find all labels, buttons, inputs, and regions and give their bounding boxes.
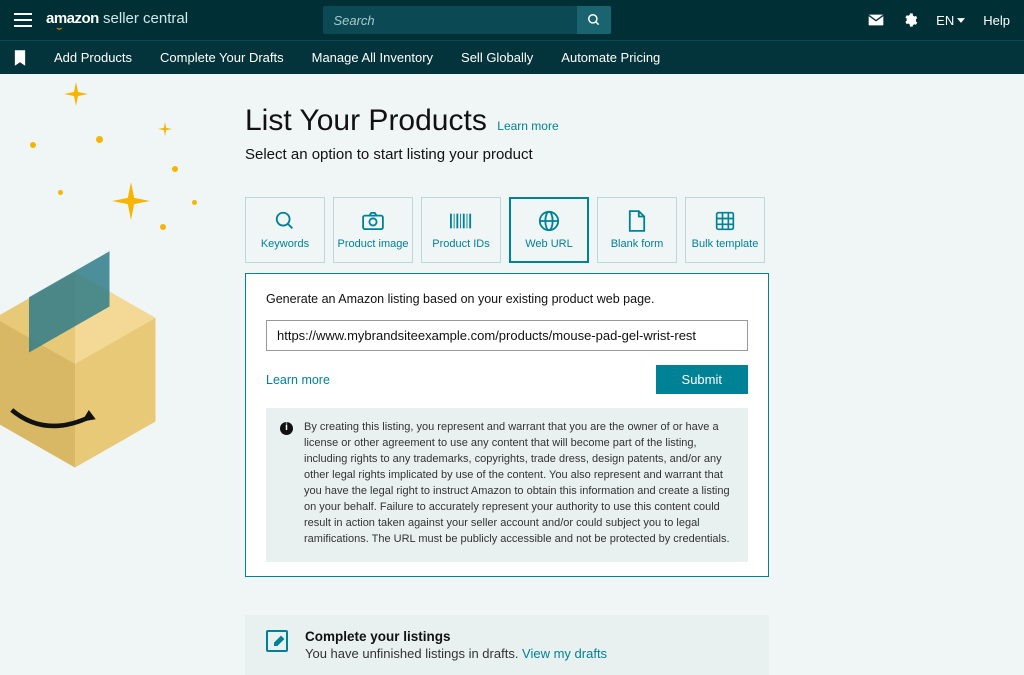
nav-automate-pricing[interactable]: Automate Pricing (561, 50, 660, 65)
logo[interactable]: amazon seller central ⌣ (46, 10, 188, 31)
search-button[interactable] (577, 6, 611, 34)
search-box (323, 6, 611, 34)
learn-more-link-top[interactable]: Learn more (497, 119, 558, 133)
mail-icon (868, 14, 884, 26)
card-blank-form[interactable]: Blank form (597, 197, 677, 263)
nav-sell-globally[interactable]: Sell Globally (461, 50, 533, 65)
messages-button[interactable] (868, 14, 884, 26)
menu-button[interactable] (14, 13, 32, 27)
search-icon (274, 210, 296, 232)
card-product-ids[interactable]: Product IDs (421, 197, 501, 263)
card-label: Keywords (261, 238, 309, 250)
web-url-panel: Generate an Amazon listing based on your… (245, 273, 769, 577)
language-label: EN (936, 13, 954, 28)
card-label: Blank form (611, 238, 664, 250)
card-bulk-template[interactable]: Bulk template (685, 197, 765, 263)
help-link[interactable]: Help (983, 13, 1010, 28)
settings-button[interactable] (902, 12, 918, 28)
gear-icon (902, 12, 918, 28)
search-input[interactable] (323, 13, 577, 28)
camera-icon (362, 212, 384, 230)
learn-more-link[interactable]: Learn more (266, 373, 330, 387)
barcode-icon (450, 213, 472, 229)
view-drafts-link[interactable]: View my drafts (522, 646, 607, 661)
edit-icon (265, 629, 289, 653)
card-label: Web URL (525, 238, 572, 250)
complete-listings-banner: Complete your listings You have unfinish… (245, 615, 769, 675)
logo-amazon: amazon (46, 10, 99, 27)
logo-swoosh: ⌣ (56, 27, 188, 31)
card-label: Bulk template (692, 238, 759, 250)
card-label: Product IDs (432, 238, 489, 250)
nav-add-products[interactable]: Add Products (54, 50, 132, 65)
warning-text: By creating this listing, you represent … (304, 421, 730, 545)
globe-icon (538, 210, 560, 232)
logo-seller-central: seller central (103, 10, 188, 27)
card-product-image[interactable]: Product image (333, 197, 413, 263)
language-selector[interactable]: EN (936, 13, 965, 28)
page-title: List Your Products (245, 104, 487, 137)
package-illustration (0, 234, 190, 494)
nav-complete-drafts[interactable]: Complete Your Drafts (160, 50, 284, 65)
page-subtitle: Select an option to start listing your p… (245, 146, 994, 163)
submit-button[interactable]: Submit (656, 365, 748, 394)
card-web-url[interactable]: Web URL (509, 197, 589, 263)
search-icon (587, 13, 601, 27)
legal-warning: i By creating this listing, you represen… (266, 408, 748, 562)
card-label: Product image (338, 238, 409, 250)
banner-title: Complete your listings (305, 629, 607, 644)
info-icon: i (280, 422, 293, 435)
nav-manage-inventory[interactable]: Manage All Inventory (312, 50, 433, 65)
banner-subtext: You have unfinished listings in drafts. (305, 646, 522, 661)
bookmark-icon[interactable] (14, 50, 26, 66)
grid-icon (715, 211, 735, 231)
card-keywords[interactable]: Keywords (245, 197, 325, 263)
url-input[interactable] (266, 320, 748, 351)
file-icon (628, 210, 646, 232)
panel-intro: Generate an Amazon listing based on your… (266, 292, 748, 306)
chevron-down-icon (957, 18, 965, 23)
decorative-sidebar (0, 74, 245, 675)
